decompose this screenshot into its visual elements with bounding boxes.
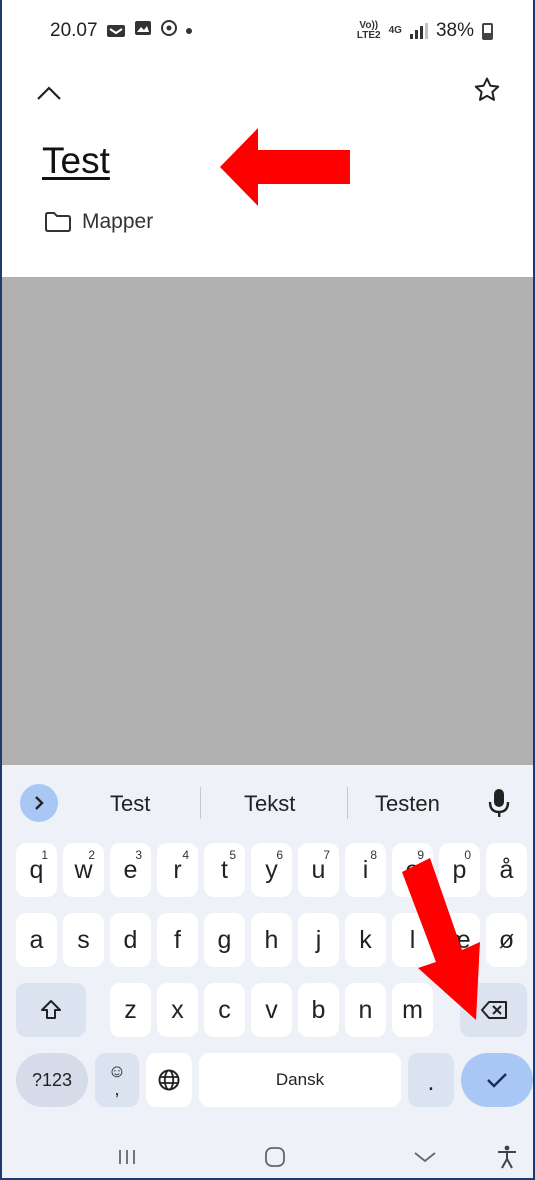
app-top-bar: [2, 62, 533, 122]
microphone-icon[interactable]: [487, 785, 511, 826]
key-d[interactable]: d: [110, 913, 151, 967]
signal-icon: [409, 23, 428, 39]
status-bar: 20.07 Vo)) LTE2 4G 38%: [2, 0, 533, 62]
volte-indicator: Vo)) LTE2: [356, 20, 381, 41]
phone-screen: 20.07 Vo)) LTE2 4G 38% Test Mapper Test …: [0, 0, 535, 1180]
star-outline-icon[interactable]: [469, 72, 505, 108]
annotation-arrow-down-right: [402, 858, 480, 1020]
key-q[interactable]: q1: [16, 843, 57, 897]
battery-percentage: 38%: [435, 20, 474, 41]
symbols-key[interactable]: ?123: [16, 1053, 88, 1107]
key-c[interactable]: c: [204, 983, 245, 1037]
key-j[interactable]: j: [298, 913, 339, 967]
comma-label: ,: [114, 1079, 120, 1099]
battery-icon: [482, 22, 493, 40]
data-type-indicator: 4G: [388, 25, 402, 36]
status-right: Vo)) LTE2 4G 38%: [357, 20, 493, 42]
key-h[interactable]: h: [251, 913, 292, 967]
key-s[interactable]: s: [63, 913, 104, 967]
key-b[interactable]: b: [298, 983, 339, 1037]
key-i[interactable]: i8: [345, 843, 386, 897]
annotation-arrow-left: [220, 128, 350, 206]
note-title[interactable]: Test: [42, 140, 110, 182]
suggestion-2[interactable]: Tekst: [244, 791, 295, 817]
checkmark-icon: [487, 1073, 507, 1088]
back-icon[interactable]: [410, 1142, 440, 1172]
language-key[interactable]: [146, 1053, 192, 1107]
status-left: 20.07: [50, 19, 192, 43]
note-content-area[interactable]: [2, 277, 533, 765]
key-w[interactable]: w2: [63, 843, 104, 897]
accessibility-icon[interactable]: [492, 1142, 522, 1172]
shift-key[interactable]: [16, 983, 86, 1037]
suggestion-bar: Test Tekst Testen: [2, 783, 533, 823]
sync-icon: [160, 19, 178, 43]
enter-key[interactable]: [461, 1053, 533, 1107]
suggestion-1[interactable]: Test: [110, 791, 150, 817]
key-k[interactable]: k: [345, 913, 386, 967]
more-notifications-dot: [185, 28, 192, 34]
shift-icon: [41, 1000, 61, 1019]
folder-selector[interactable]: Mapper: [44, 210, 153, 234]
globe-icon: [158, 1069, 180, 1091]
key-aa[interactable]: å: [486, 843, 527, 897]
notification-icon: [106, 23, 126, 39]
key-z[interactable]: z: [110, 983, 151, 1037]
chevron-up-icon[interactable]: [32, 76, 66, 110]
folder-icon: [45, 212, 71, 232]
key-g[interactable]: g: [204, 913, 245, 967]
folder-label: Mapper: [82, 210, 154, 233]
key-f[interactable]: f: [157, 913, 198, 967]
space-key[interactable]: Dansk: [199, 1053, 401, 1107]
key-t[interactable]: t5: [204, 843, 245, 897]
key-e[interactable]: e3: [110, 843, 151, 897]
status-time: 20.07: [50, 20, 98, 41]
key-r[interactable]: r4: [157, 843, 198, 897]
emoji-comma-key[interactable]: ☺ ,: [95, 1053, 139, 1107]
key-oe[interactable]: ø: [486, 913, 527, 967]
key-y[interactable]: y6: [251, 843, 292, 897]
suggestion-divider: [347, 787, 348, 819]
suggestion-3[interactable]: Testen: [375, 791, 440, 817]
home-icon[interactable]: [260, 1142, 290, 1172]
key-a[interactable]: a: [16, 913, 57, 967]
key-u[interactable]: u7: [298, 843, 339, 897]
suggestion-divider: [200, 787, 201, 819]
system-nav-bar: [2, 1128, 533, 1178]
emoji-icon: ☺: [107, 1061, 127, 1081]
key-n[interactable]: n: [345, 983, 386, 1037]
gallery-icon: [134, 20, 152, 42]
chevron-right-icon[interactable]: [20, 784, 58, 822]
recents-icon[interactable]: [112, 1142, 142, 1172]
period-key[interactable]: .: [408, 1053, 454, 1107]
key-v[interactable]: v: [251, 983, 292, 1037]
key-x[interactable]: x: [157, 983, 198, 1037]
